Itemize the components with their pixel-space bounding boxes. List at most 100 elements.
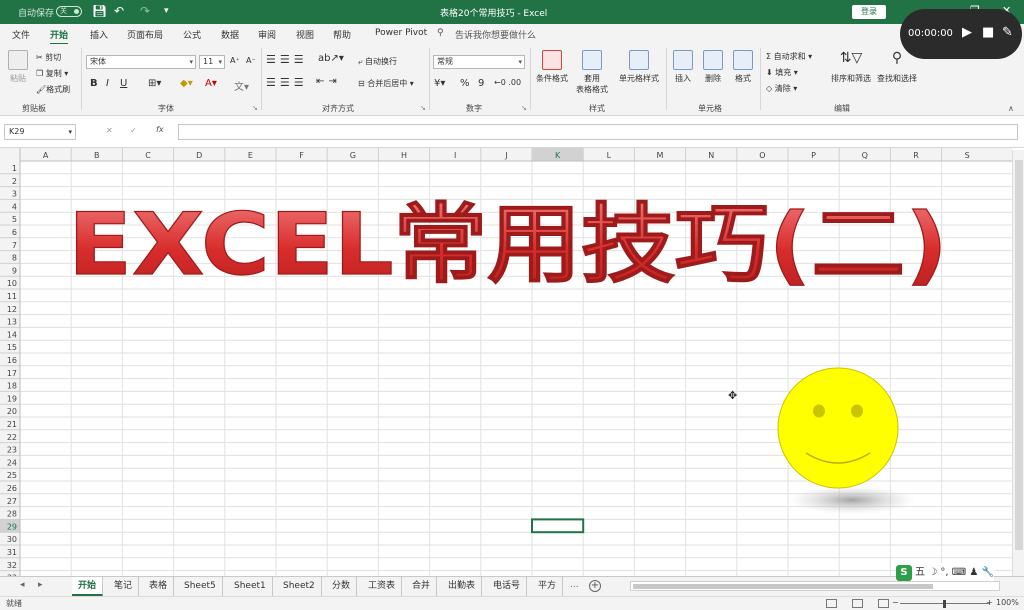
row-header-11[interactable]: 11 <box>7 292 17 301</box>
border-icon[interactable]: ⊞▾ <box>148 78 161 89</box>
sort-filter-button[interactable]: ⇅▽ 排序和筛选 <box>828 50 874 84</box>
row-header-17[interactable]: 17 <box>7 369 17 378</box>
row-header-22[interactable]: 22 <box>7 433 17 442</box>
column-header-G[interactable]: G <box>350 151 356 160</box>
normal-view-icon[interactable] <box>826 599 837 608</box>
tab-insert[interactable]: 插入 <box>90 28 108 41</box>
stop-icon[interactable]: ■ <box>982 25 994 40</box>
save-icon[interactable]: 💾︎ <box>92 4 107 18</box>
fill-button[interactable]: ⬇ 填充 ▾ <box>766 67 798 78</box>
horizontal-align-icons[interactable]: ☰☰☰ <box>266 76 308 89</box>
sheet-tab-sheet5[interactable]: Sheet5 <box>178 577 223 596</box>
zoom-slider-knob[interactable] <box>943 600 946 608</box>
row-header-3[interactable]: 3 <box>12 190 17 199</box>
row-header-20[interactable]: 20 <box>7 407 17 416</box>
row-header-24[interactable]: 24 <box>7 458 17 467</box>
number-format-select[interactable]: 常规 <box>433 55 525 69</box>
page-layout-view-icon[interactable] <box>852 599 863 608</box>
row-header-28[interactable]: 28 <box>7 510 17 519</box>
wrap-text-button[interactable]: ⤶ 自动换行 <box>358 56 397 67</box>
row-header-7[interactable]: 7 <box>12 241 17 250</box>
keyboard-icon[interactable]: ⌨ <box>952 567 966 578</box>
alignment-dialog-launcher-icon[interactable]: ↘ <box>420 104 426 112</box>
sheet-tab-phone[interactable]: 电话号 <box>487 577 528 596</box>
insert-function-icon[interactable]: fx <box>156 125 164 134</box>
row-header-23[interactable]: 23 <box>7 446 17 455</box>
tab-page-layout[interactable]: 页面布局 <box>127 28 163 41</box>
undo-icon[interactable]: ↶ <box>114 4 124 18</box>
column-header-B[interactable]: B <box>94 151 100 160</box>
row-header-16[interactable]: 16 <box>7 356 17 365</box>
row-header-4[interactable]: 4 <box>12 202 17 211</box>
row-header-2[interactable]: 2 <box>12 177 17 186</box>
column-header-I[interactable]: I <box>454 151 456 160</box>
format-cells-button[interactable]: 格式 <box>730 50 756 84</box>
column-header-N[interactable]: N <box>708 151 714 160</box>
underline-button[interactable]: U <box>120 78 127 89</box>
vertical-scroll-thumb[interactable] <box>1015 160 1023 550</box>
page-break-view-icon[interactable] <box>878 599 889 608</box>
tab-file[interactable]: 文件 <box>12 28 30 41</box>
bold-button[interactable]: B <box>90 78 98 89</box>
play-icon[interactable]: ▶ <box>962 25 972 40</box>
ime-mode[interactable]: 五 <box>915 567 925 578</box>
selected-cell-k29[interactable] <box>531 518 585 534</box>
confirm-entry-icon[interactable]: ✓ <box>130 126 137 135</box>
column-header-H[interactable]: H <box>401 151 407 160</box>
tab-help[interactable]: 帮助 <box>333 28 351 41</box>
row-header-9[interactable]: 9 <box>12 266 17 275</box>
fill-color-icon[interactable]: ◆▾ <box>180 78 193 89</box>
column-header-O[interactable]: O <box>759 151 765 160</box>
row-header-8[interactable]: 8 <box>12 254 17 263</box>
column-header-M[interactable]: M <box>657 151 664 160</box>
shrink-font-button[interactable]: A⁻ <box>246 56 256 65</box>
punctuation-icon[interactable]: °, <box>940 567 948 578</box>
row-header-15[interactable]: 15 <box>7 343 17 352</box>
row-header-27[interactable]: 27 <box>7 497 17 506</box>
merge-center-button[interactable]: ⊟ 合并后居中 ▾ <box>358 78 414 89</box>
font-color-icon[interactable]: A▾ <box>205 78 217 89</box>
font-dialog-launcher-icon[interactable]: ↘ <box>252 104 258 112</box>
sheet-tab-merge[interactable]: 合并 <box>406 577 438 596</box>
row-header-1[interactable]: 1 <box>12 164 17 173</box>
wrench-icon[interactable]: 🔧 <box>982 567 994 578</box>
vertical-scrollbar[interactable] <box>1012 150 1024 576</box>
autosave-toggle[interactable]: 关 <box>56 6 82 17</box>
percent-button[interactable]: % <box>460 78 470 89</box>
row-header-32[interactable]: 32 <box>7 561 17 570</box>
wordart-title[interactable]: EXCEL常用技巧(二) <box>67 194 948 295</box>
cell-styles-button[interactable]: 单元格样式 <box>616 50 662 84</box>
row-header-25[interactable]: 25 <box>7 471 17 480</box>
zoom-in-button[interactable]: + <box>986 598 993 607</box>
delete-cells-button[interactable]: 删除 <box>700 50 726 84</box>
moon-icon[interactable]: ☽ <box>928 567 937 578</box>
column-header-F[interactable]: F <box>299 151 304 160</box>
tab-view[interactable]: 视图 <box>296 28 314 41</box>
column-header-L[interactable]: L <box>607 151 612 160</box>
row-header-21[interactable]: 21 <box>7 420 17 429</box>
row-header-6[interactable]: 6 <box>12 228 17 237</box>
formula-input[interactable] <box>178 124 1018 140</box>
add-sheet-button[interactable]: + <box>589 580 601 592</box>
row-header-18[interactable]: 18 <box>7 382 17 391</box>
decimal-icons[interactable]: ←0 .00 <box>494 78 521 87</box>
more-sheets-button[interactable]: ... <box>570 580 579 590</box>
sheet-tab-salary[interactable]: 工资表 <box>362 577 403 596</box>
name-box[interactable]: K29 <box>4 124 76 140</box>
tell-me-search[interactable]: 告诉我你想要做什么 <box>455 28 536 41</box>
currency-icon[interactable]: ¥▾ <box>434 78 445 89</box>
conditional-format-button[interactable]: 条件格式 <box>534 50 570 84</box>
user-icon[interactable]: ♟ <box>969 567 978 578</box>
cell-grid[interactable]: ABCDEFGHIJKLMNOPQRS 12345678910111213141… <box>0 148 1012 584</box>
prev-sheet-icon[interactable]: ◂ <box>20 580 25 590</box>
paste-button[interactable]: 粘贴 <box>6 50 30 84</box>
ime-toolbar[interactable]: S五 ☽ °, ⌨ ♟ 🔧 <box>896 563 994 581</box>
row-header-30[interactable]: 30 <box>7 535 17 544</box>
sheet-tab-start[interactable]: 开始 <box>72 577 104 596</box>
row-header-26[interactable]: 26 <box>7 484 17 493</box>
row-header-12[interactable]: 12 <box>7 305 17 314</box>
comma-button[interactable]: 9 <box>478 78 484 89</box>
vertical-align-icons[interactable]: ☰☰☰ <box>266 53 308 66</box>
tab-power-pivot[interactable]: Power Pivot <box>375 28 427 38</box>
redo-icon[interactable]: ↷ <box>140 4 150 18</box>
